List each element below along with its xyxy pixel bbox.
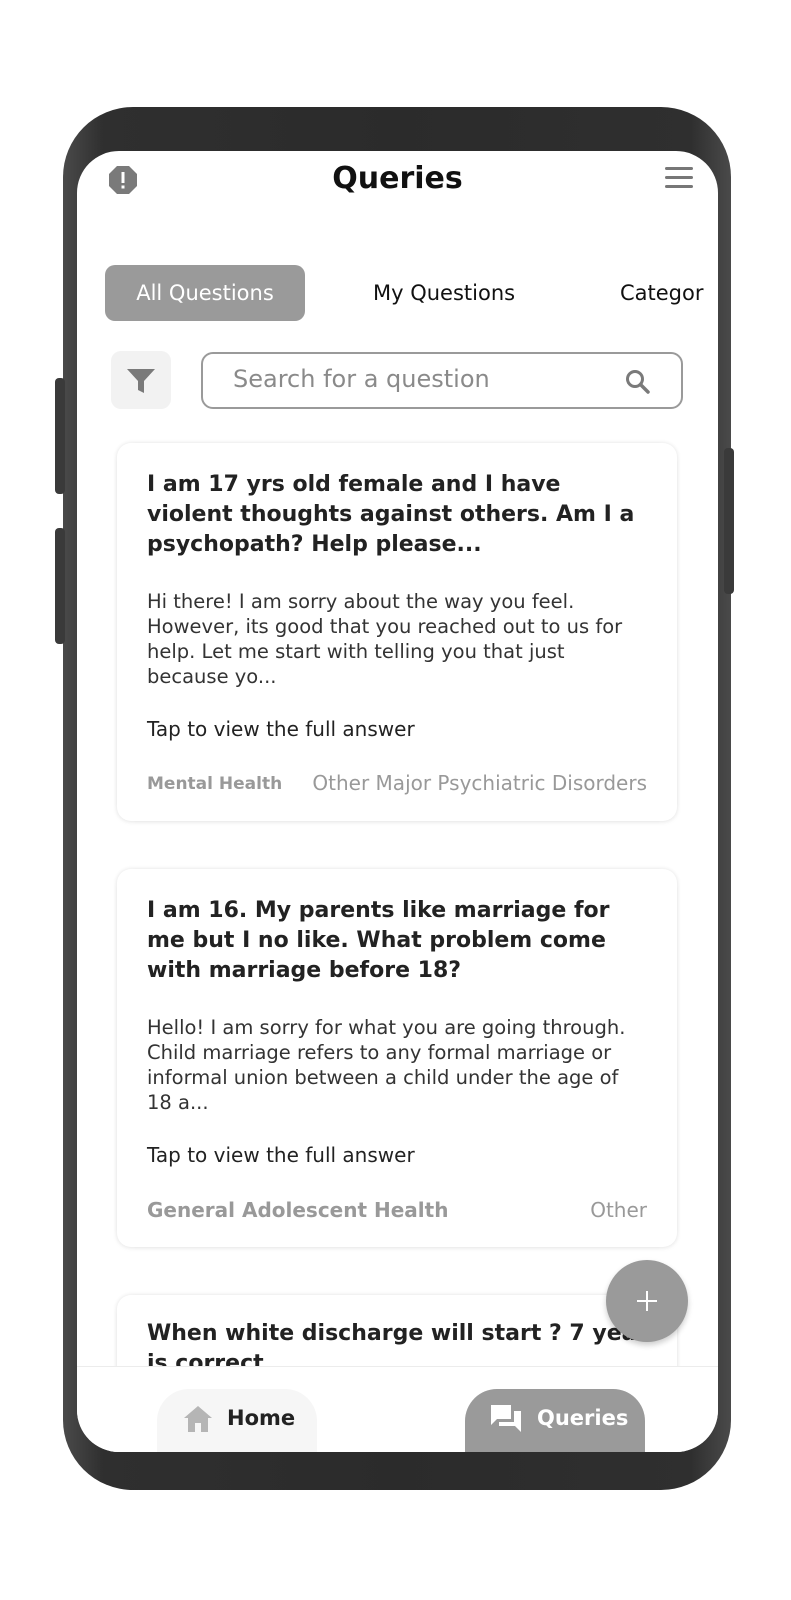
view-full-answer-link[interactable]: Tap to view the full answer <box>147 717 415 741</box>
volume-down-button <box>55 528 65 644</box>
card-subcategory: Other <box>590 1198 647 1222</box>
power-button <box>724 448 734 594</box>
search-placeholder: Search for a question <box>233 365 490 393</box>
volume-up-button <box>55 378 65 494</box>
bottom-nav: Home Queries <box>77 1366 718 1452</box>
hamburger-menu-icon[interactable] <box>665 167 693 189</box>
search-icon[interactable] <box>625 369 651 395</box>
question-card[interactable]: I am 16. My parents like marriage for me… <box>117 869 677 1247</box>
question-card[interactable]: I am 17 yrs old female and I have violen… <box>117 443 677 821</box>
card-question: I am 17 yrs old female and I have violen… <box>147 472 635 557</box>
card-answer-preview: Hi there! I am sorry about the way you f… <box>147 590 623 688</box>
nav-home[interactable]: Home <box>157 1389 317 1452</box>
card-answer-preview: Hello! I am sorry for what you are going… <box>147 1016 626 1114</box>
tab-all-questions[interactable]: All Questions <box>105 265 305 321</box>
card-category: General Adolescent Health <box>147 1198 449 1222</box>
tab-my-questions[interactable]: My Questions <box>373 265 515 321</box>
card-subcategory: Other Major Psychiatric Disorders <box>312 771 647 795</box>
nav-home-label: Home <box>227 1406 296 1430</box>
app-header: Queries <box>77 151 718 211</box>
home-icon <box>184 1406 212 1432</box>
filter-button[interactable] <box>111 351 171 409</box>
chat-icon <box>491 1405 521 1432</box>
filter-icon <box>127 369 155 393</box>
nav-queries[interactable]: Queries <box>465 1389 645 1452</box>
view-full-answer-link[interactable]: Tap to view the full answer <box>147 1143 415 1167</box>
search-input[interactable]: Search for a question <box>201 352 683 409</box>
card-question: I am 16. My parents like marriage for me… <box>147 898 610 983</box>
card-category: Mental Health <box>147 774 283 794</box>
app-screen: Queries All Questions My Questions Categ… <box>77 151 718 1452</box>
nav-queries-label: Queries <box>537 1406 629 1430</box>
page-title: Queries <box>332 161 463 196</box>
add-question-button[interactable] <box>606 1260 688 1342</box>
tab-categories[interactable]: Categor <box>620 265 704 321</box>
question-tabs: All Questions My Questions Categor <box>77 265 718 321</box>
